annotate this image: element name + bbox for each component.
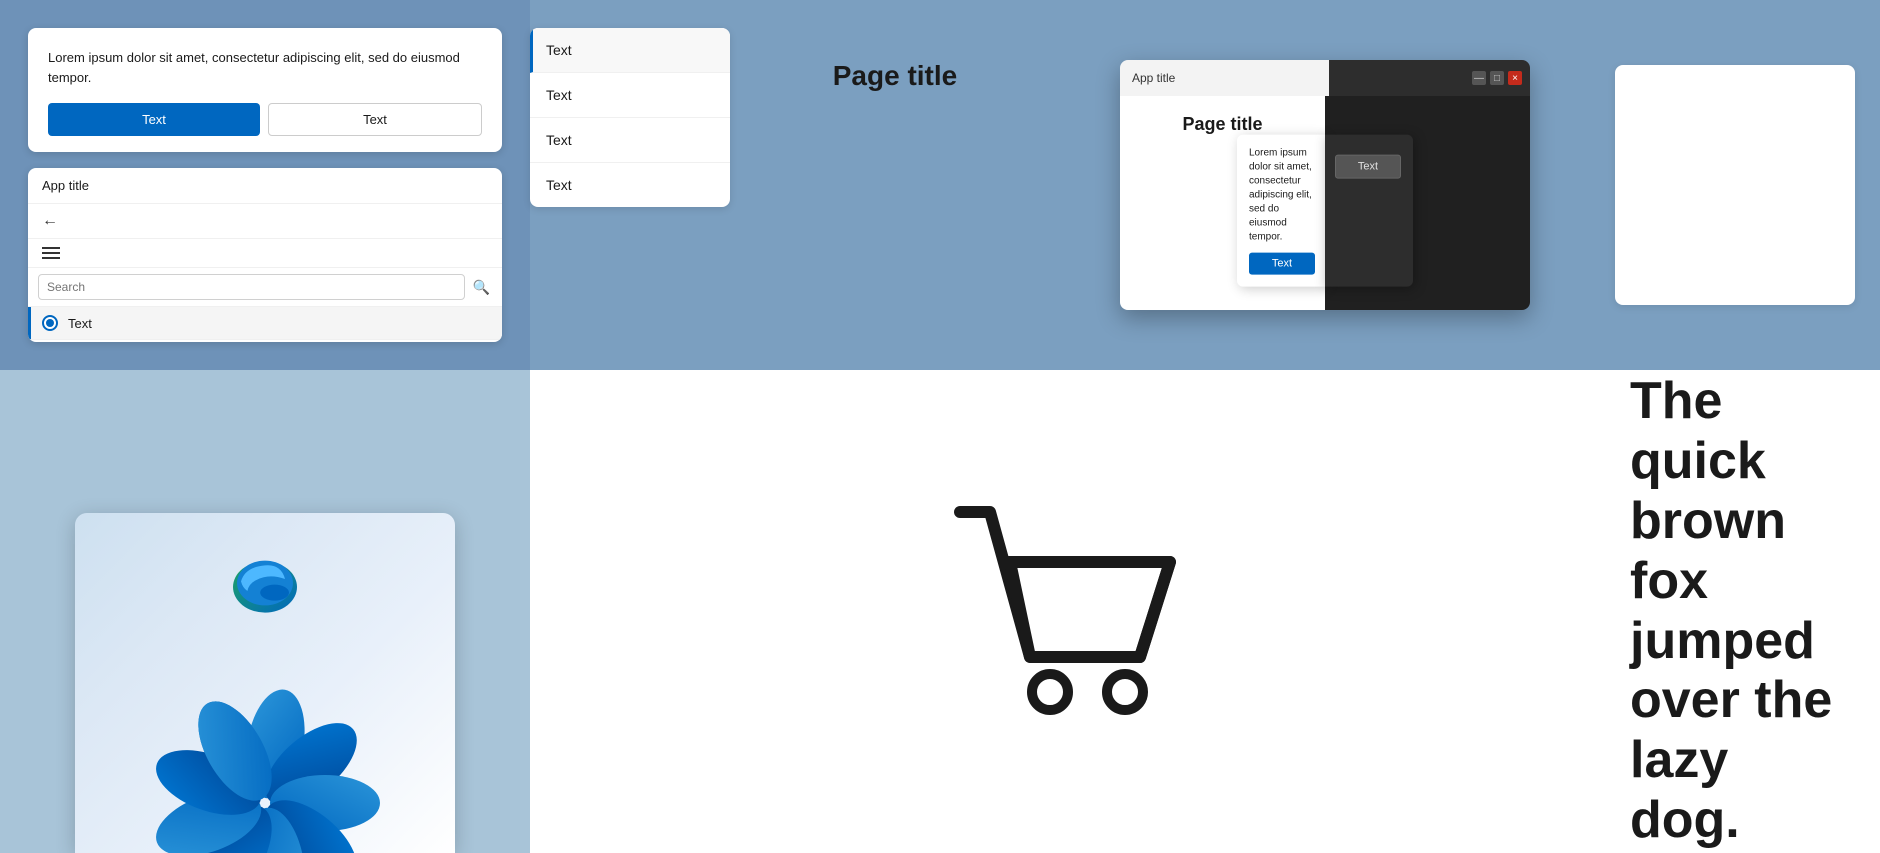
shopping-cart-icon: [930, 482, 1190, 742]
big-text: The quick brown fox jumped over the lazy…: [1630, 372, 1840, 850]
split-dialog-overlay: Lorem ipsum dolor sit amet, consectetur …: [1237, 135, 1413, 287]
cell-bottom-right: The quick brown fox jumped over the lazy…: [1590, 370, 1880, 853]
mini-dialog-dark: Text: [1325, 135, 1413, 287]
dialog-text: Lorem ipsum dolor sit amet, consectetur …: [48, 48, 482, 87]
window-title-light: App title: [1132, 71, 1317, 85]
nav-app-title: App title: [28, 168, 502, 204]
hamburger-icon: [42, 247, 60, 259]
list-item-label-1: Text: [546, 87, 572, 103]
list-item-label-3: Text: [546, 177, 572, 193]
list-item-1[interactable]: Text: [530, 73, 730, 118]
app-window: App title — □ × Page title: [1120, 60, 1530, 310]
titlebar-light: App title: [1120, 60, 1329, 96]
page-content-area: Page title: [730, 0, 1060, 370]
maximize-button[interactable]: □: [1490, 71, 1504, 85]
windows11-flower: [115, 663, 415, 853]
search-icon-button[interactable]: 🔍: [471, 277, 492, 298]
cell-bottom-left: [0, 370, 530, 853]
page-title: Page title: [833, 60, 957, 92]
mini-dialog-text-light: Lorem ipsum dolor sit amet, consectetur …: [1249, 147, 1315, 245]
list-item-0[interactable]: Text: [530, 28, 730, 73]
nav-search-row: 🔍: [28, 268, 502, 307]
close-button[interactable]: ×: [1508, 71, 1522, 85]
white-panel: [1615, 65, 1855, 305]
list-panel: Text Text Text Text: [530, 28, 730, 207]
list-item-3[interactable]: Text: [530, 163, 730, 207]
cell-top-center-right: App title — □ × Page title: [1060, 0, 1590, 370]
dialog-primary-button[interactable]: Text: [48, 103, 260, 136]
mini-secondary-btn[interactable]: Text: [1335, 155, 1401, 179]
dialog-box: Lorem ipsum dolor sit amet, consectetur …: [28, 28, 502, 152]
cell-bottom-center: [530, 370, 1590, 853]
mini-primary-btn[interactable]: Text: [1249, 253, 1315, 275]
search-input[interactable]: [38, 274, 465, 300]
nav-radio-active: [42, 315, 58, 331]
cell-top-right: [1590, 0, 1880, 370]
mini-dialog-light: Lorem ipsum dolor sit amet, consectetur …: [1237, 135, 1325, 287]
dialog-buttons: Text Text: [48, 103, 482, 136]
nav-back-row[interactable]: ←: [28, 204, 502, 239]
nav-panel: App title ← 🔍 Text Text: [28, 168, 502, 342]
cell-top-left: Lorem ipsum dolor sit amet, consectetur …: [0, 0, 530, 370]
dialog-secondary-button[interactable]: Text: [268, 103, 482, 136]
back-arrow-icon: ←: [42, 212, 58, 230]
nav-hamburger-row[interactable]: [28, 239, 502, 268]
list-item-2[interactable]: Text: [530, 118, 730, 163]
window-page-title: Page title: [1182, 114, 1262, 135]
win11-screenshot: [75, 513, 455, 853]
cell-top-center-left: Text Text Text Text Page title: [530, 0, 1060, 370]
edge-icon: [225, 543, 305, 623]
nav-item-label-0: Text: [68, 316, 92, 331]
list-item-label-0: Text: [546, 42, 572, 58]
list-item-label-2: Text: [546, 132, 572, 148]
nav-item-0[interactable]: Text: [28, 307, 502, 340]
minimize-button[interactable]: —: [1472, 71, 1486, 85]
nav-item-1[interactable]: Text: [28, 340, 502, 342]
titlebar-dark: — □ ×: [1329, 60, 1530, 96]
